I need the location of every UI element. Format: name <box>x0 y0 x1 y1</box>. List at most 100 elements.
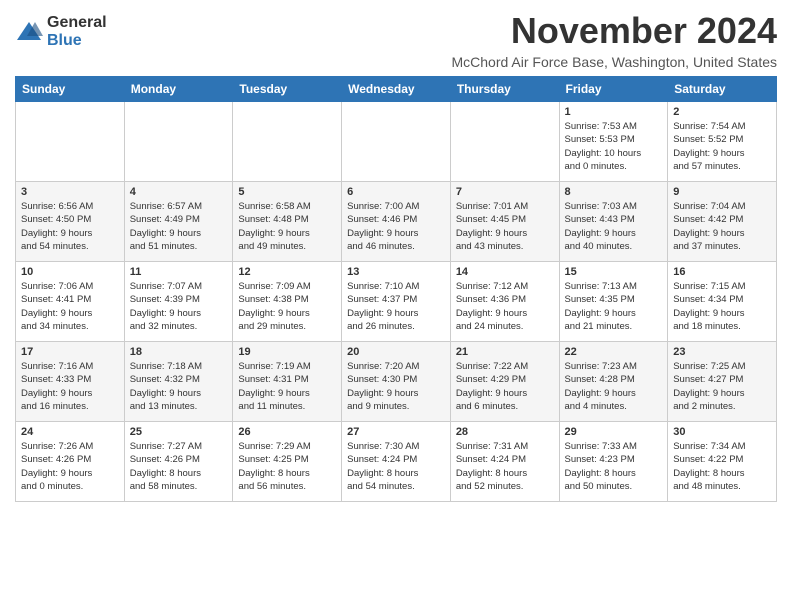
calendar-cell: 27 Sunrise: 7:30 AMSunset: 4:24 PMDayligh… <box>342 422 451 502</box>
day-info: Sunrise: 7:06 AMSunset: 4:41 PMDaylight:… <box>21 280 119 333</box>
calendar-table: SundayMondayTuesdayWednesdayThursdayFrid… <box>15 76 777 502</box>
day-info: Sunrise: 7:03 AMSunset: 4:43 PMDaylight:… <box>565 200 663 253</box>
day-info: Sunrise: 7:27 AMSunset: 4:26 PMDaylight:… <box>130 440 228 493</box>
calendar-cell: 29 Sunrise: 7:33 AMSunset: 4:23 PMDayligh… <box>559 422 668 502</box>
day-header-tuesday: Tuesday <box>233 77 342 102</box>
day-number: 23 <box>673 346 771 358</box>
calendar-week-4: 17Sunrise: 7:16 AMSunset: 4:33 PMDayligh… <box>16 342 777 422</box>
calendar-cell: 17Sunrise: 7:16 AMSunset: 4:33 PMDayligh… <box>16 342 125 422</box>
day-number: 4 <box>130 186 228 198</box>
day-number: 18 <box>130 346 228 358</box>
day-number: 19 <box>238 346 336 358</box>
day-info: Sunrise: 7:54 AMSunset: 5:52 PMDaylight:… <box>673 120 771 173</box>
calendar-cell: 15 Sunrise: 7:13 AMSunset: 4:35 PMDayligh… <box>559 262 668 342</box>
day-number: 16 <box>673 266 771 278</box>
title-section: November 2024 McChord Air Force Base, Wa… <box>451 10 777 70</box>
calendar-cell: 25 Sunrise: 7:27 AMSunset: 4:26 PMDayligh… <box>124 422 233 502</box>
calendar-body: 1 Sunrise: 7:53 AMSunset: 5:53 PMDaylight… <box>16 102 777 502</box>
calendar-cell: 23 Sunrise: 7:25 AMSunset: 4:27 PMDayligh… <box>668 342 777 422</box>
calendar-week-3: 10 Sunrise: 7:06 AMSunset: 4:41 PMDayligh… <box>16 262 777 342</box>
calendar-cell <box>450 102 559 182</box>
day-number: 9 <box>673 186 771 198</box>
day-number: 25 <box>130 426 228 438</box>
day-number: 13 <box>347 266 445 278</box>
day-info: Sunrise: 7:09 AMSunset: 4:38 PMDaylight:… <box>238 280 336 333</box>
calendar-cell: 6Sunrise: 7:00 AMSunset: 4:46 PMDaylight… <box>342 182 451 262</box>
day-number: 22 <box>565 346 663 358</box>
location-subtitle: McChord Air Force Base, Washington, Unit… <box>451 54 777 70</box>
day-info: Sunrise: 7:07 AMSunset: 4:39 PMDaylight:… <box>130 280 228 333</box>
calendar-cell: 20 Sunrise: 7:20 AMSunset: 4:30 PMDayligh… <box>342 342 451 422</box>
calendar-cell: 24Sunrise: 7:26 AMSunset: 4:26 PMDayligh… <box>16 422 125 502</box>
month-title: November 2024 <box>451 10 777 52</box>
day-info: Sunrise: 6:56 AMSunset: 4:50 PMDaylight:… <box>21 200 119 253</box>
day-info: Sunrise: 7:19 AMSunset: 4:31 PMDaylight:… <box>238 360 336 413</box>
calendar-cell: 13Sunrise: 7:10 AMSunset: 4:37 PMDayligh… <box>342 262 451 342</box>
day-number: 5 <box>238 186 336 198</box>
page-header: General Blue November 2024 McChord Air F… <box>15 10 777 70</box>
day-number: 15 <box>565 266 663 278</box>
day-number: 14 <box>456 266 554 278</box>
day-info: Sunrise: 7:33 AMSunset: 4:23 PMDaylight:… <box>565 440 663 493</box>
day-number: 24 <box>21 426 119 438</box>
calendar-cell: 7 Sunrise: 7:01 AMSunset: 4:45 PMDaylight… <box>450 182 559 262</box>
day-number: 27 <box>347 426 445 438</box>
day-number: 8 <box>565 186 663 198</box>
day-number: 11 <box>130 266 228 278</box>
day-info: Sunrise: 7:13 AMSunset: 4:35 PMDaylight:… <box>565 280 663 333</box>
day-number: 6 <box>347 186 445 198</box>
calendar-cell: 8 Sunrise: 7:03 AMSunset: 4:43 PMDaylight… <box>559 182 668 262</box>
day-number: 10 <box>21 266 119 278</box>
day-header-saturday: Saturday <box>668 77 777 102</box>
calendar-cell: 30 Sunrise: 7:34 AMSunset: 4:22 PMDayligh… <box>668 422 777 502</box>
day-info: Sunrise: 6:57 AMSunset: 4:49 PMDaylight:… <box>130 200 228 253</box>
logo-icon <box>15 18 43 46</box>
calendar-cell: 2 Sunrise: 7:54 AMSunset: 5:52 PMDaylight… <box>668 102 777 182</box>
calendar-cell: 11 Sunrise: 7:07 AMSunset: 4:39 PMDayligh… <box>124 262 233 342</box>
day-number: 29 <box>565 426 663 438</box>
day-number: 1 <box>565 106 663 118</box>
calendar-cell: 26Sunrise: 7:29 AMSunset: 4:25 PMDayligh… <box>233 422 342 502</box>
header-row: SundayMondayTuesdayWednesdayThursdayFrid… <box>16 77 777 102</box>
calendar-week-2: 3 Sunrise: 6:56 AMSunset: 4:50 PMDaylight… <box>16 182 777 262</box>
day-number: 17 <box>21 346 119 358</box>
logo-text: General Blue <box>47 14 107 49</box>
day-info: Sunrise: 7:34 AMSunset: 4:22 PMDaylight:… <box>673 440 771 493</box>
day-number: 3 <box>21 186 119 198</box>
calendar-cell: 3 Sunrise: 6:56 AMSunset: 4:50 PMDaylight… <box>16 182 125 262</box>
calendar-cell <box>233 102 342 182</box>
logo: General Blue <box>15 14 107 49</box>
day-number: 30 <box>673 426 771 438</box>
calendar-cell: 18 Sunrise: 7:18 AMSunset: 4:32 PMDayligh… <box>124 342 233 422</box>
day-number: 2 <box>673 106 771 118</box>
day-header-sunday: Sunday <box>16 77 125 102</box>
calendar-week-5: 24Sunrise: 7:26 AMSunset: 4:26 PMDayligh… <box>16 422 777 502</box>
day-info: Sunrise: 7:23 AMSunset: 4:28 PMDaylight:… <box>565 360 663 413</box>
day-number: 7 <box>456 186 554 198</box>
day-info: Sunrise: 7:25 AMSunset: 4:27 PMDaylight:… <box>673 360 771 413</box>
calendar-week-1: 1 Sunrise: 7:53 AMSunset: 5:53 PMDaylight… <box>16 102 777 182</box>
day-info: Sunrise: 7:30 AMSunset: 4:24 PMDaylight:… <box>347 440 445 493</box>
day-info: Sunrise: 7:22 AMSunset: 4:29 PMDaylight:… <box>456 360 554 413</box>
day-info: Sunrise: 7:01 AMSunset: 4:45 PMDaylight:… <box>456 200 554 253</box>
day-info: Sunrise: 7:20 AMSunset: 4:30 PMDaylight:… <box>347 360 445 413</box>
day-info: Sunrise: 7:53 AMSunset: 5:53 PMDaylight:… <box>565 120 663 173</box>
calendar-cell: 22 Sunrise: 7:23 AMSunset: 4:28 PMDayligh… <box>559 342 668 422</box>
day-info: Sunrise: 7:12 AMSunset: 4:36 PMDaylight:… <box>456 280 554 333</box>
day-info: Sunrise: 7:18 AMSunset: 4:32 PMDaylight:… <box>130 360 228 413</box>
calendar-cell: 4 Sunrise: 6:57 AMSunset: 4:49 PMDaylight… <box>124 182 233 262</box>
day-number: 21 <box>456 346 554 358</box>
day-number: 12 <box>238 266 336 278</box>
calendar-cell: 10 Sunrise: 7:06 AMSunset: 4:41 PMDayligh… <box>16 262 125 342</box>
day-header-wednesday: Wednesday <box>342 77 451 102</box>
logo-general: General <box>47 14 107 32</box>
calendar-header: SundayMondayTuesdayWednesdayThursdayFrid… <box>16 77 777 102</box>
calendar-cell: 19 Sunrise: 7:19 AMSunset: 4:31 PMDayligh… <box>233 342 342 422</box>
calendar-cell <box>16 102 125 182</box>
day-info: Sunrise: 7:29 AMSunset: 4:25 PMDaylight:… <box>238 440 336 493</box>
logo-blue: Blue <box>47 32 107 50</box>
calendar-cell: 28Sunrise: 7:31 AMSunset: 4:24 PMDayligh… <box>450 422 559 502</box>
day-number: 20 <box>347 346 445 358</box>
calendar-cell <box>342 102 451 182</box>
calendar-cell: 16Sunrise: 7:15 AMSunset: 4:34 PMDayligh… <box>668 262 777 342</box>
